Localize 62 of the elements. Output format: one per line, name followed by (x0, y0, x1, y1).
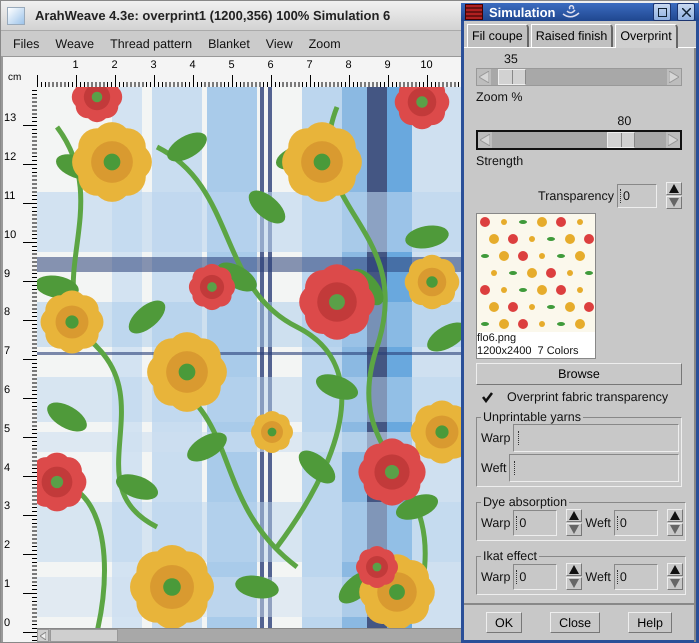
slider-label: Zoom % (476, 90, 523, 104)
dialog-button[interactable]: Close (550, 612, 600, 633)
field-label: Weft (585, 570, 611, 584)
ruler-label: 9 (383, 59, 392, 73)
ruler-label: 12 (4, 151, 16, 164)
field-label: Weft (481, 461, 506, 475)
ruler-label: 0 (4, 616, 10, 629)
group-title: Unprintable yarns (482, 410, 582, 424)
ruler-label: 5 (4, 422, 10, 435)
ruler-label: 3 (149, 59, 158, 73)
ruler-label: 5 (227, 59, 236, 73)
field-label: Warp (481, 516, 510, 530)
ruler-label: 7 (4, 345, 10, 358)
field-label: Warp (481, 431, 510, 445)
window-title: ArahWeave 4.3e: overprint1 (1200,356) 100% Simulation 6 (35, 8, 390, 23)
field-label: Warp (481, 570, 510, 584)
ruler-label: 2 (4, 539, 10, 552)
ruler-label: 1 (4, 578, 10, 590)
dialog-button[interactable]: OK (486, 612, 522, 633)
number-field[interactable]: 0 (513, 510, 558, 536)
number-field[interactable]: 0 (513, 564, 558, 590)
tab[interactable]: Fil coupe (467, 24, 529, 47)
slider-value: 35 (504, 52, 518, 68)
ruler-label: 7 (305, 59, 314, 73)
ruler-label: 9 (4, 268, 10, 280)
menu-item[interactable]: Thread pattern (102, 36, 200, 50)
number-field[interactable]: 0 (614, 564, 658, 590)
ruler-label: 3 (4, 500, 10, 512)
number-field[interactable]: 0 (617, 184, 657, 208)
field-label: Weft (585, 516, 611, 530)
group-title: Dye absorption (482, 495, 568, 509)
ruler-label: 6 (266, 59, 275, 73)
field-label: Transparency (538, 188, 614, 202)
ruler-label: 1 (71, 59, 80, 73)
ruler-unit: cm (8, 72, 22, 83)
ruler-label: 10 (4, 228, 16, 241)
ruler-label: 2 (110, 59, 119, 73)
browse-button[interactable]: Browse (476, 363, 682, 385)
dialog-title: Simulation (489, 4, 556, 20)
ruler-label: 4 (188, 59, 197, 73)
ruler-label: 6 (4, 384, 10, 396)
menu-item[interactable]: Zoom (300, 36, 349, 50)
checkbox-label: Overprint fabric transparency (507, 390, 668, 404)
menu-item[interactable]: View (258, 36, 301, 50)
ruler-label: 8 (4, 306, 10, 318)
ruler-label: 13 (4, 112, 16, 124)
slider-value: 80 (617, 114, 632, 130)
ruler-label: 11 (4, 190, 16, 202)
menu-item[interactable]: Weave (47, 36, 102, 50)
ruler-label: 10 (419, 59, 434, 73)
number-field[interactable]: 0 (614, 510, 658, 536)
tab[interactable]: Overprint (615, 24, 678, 48)
menu-item[interactable]: Files (5, 36, 48, 50)
image-filename: flo6.png (477, 332, 518, 345)
tab[interactable]: Raised finish (530, 24, 614, 47)
group-title: Ikat effect (482, 549, 538, 563)
menu-item[interactable]: Blanket (200, 36, 258, 50)
slider-label: Strength (476, 154, 524, 168)
ruler-label: 8 (344, 59, 353, 73)
image-info: 1200x2400 7 Colors (477, 345, 580, 358)
ruler-label: 4 (4, 462, 10, 474)
dialog-button[interactable]: Help (628, 612, 672, 633)
